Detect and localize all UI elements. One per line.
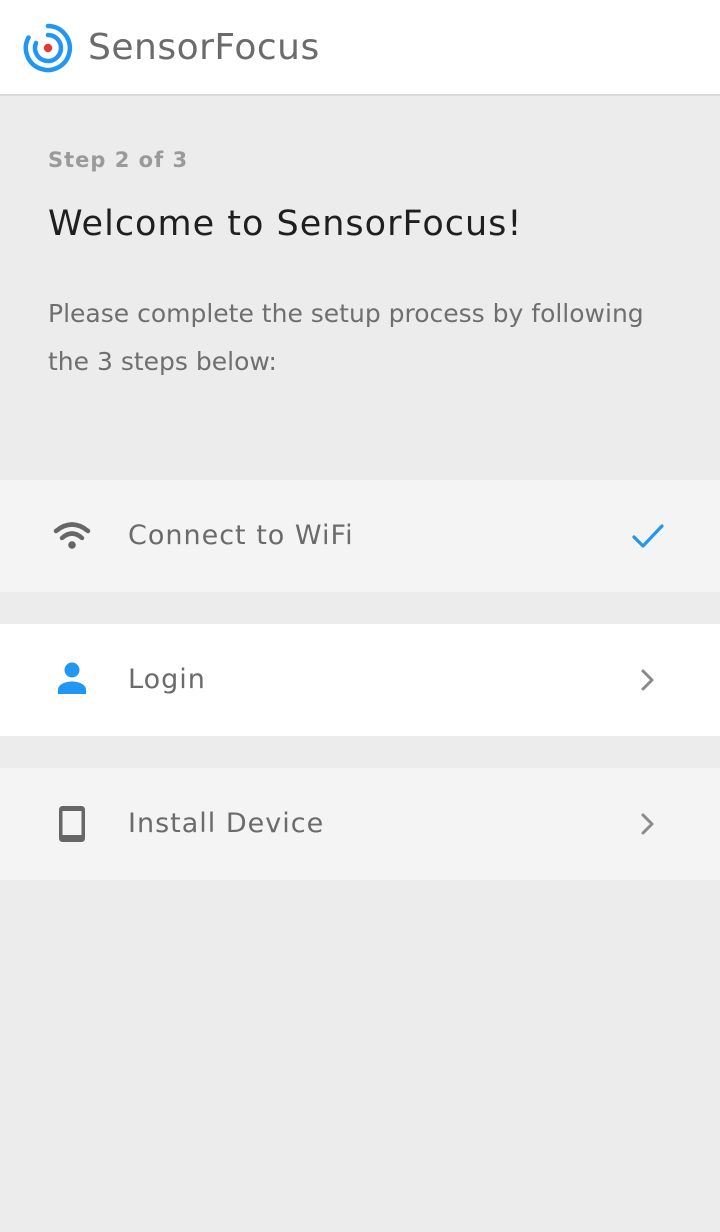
setup-description: Please complete the setup process by fol… [48,299,644,376]
wifi-icon [53,522,91,549]
step-label: Connect to WiFi [128,520,354,551]
sensorfocus-logo-icon [23,23,73,73]
top-app-bar: SensorFocus [0,0,720,96]
step-connect-wifi[interactable]: Connect to WiFi [0,480,720,592]
page-title: Welcome to SensorFocus! [48,204,523,244]
phone-icon [59,806,85,842]
step-label: Login [128,664,206,695]
step-indicator: Step 2 of 3 [48,148,189,172]
step-label: Install Device [128,808,325,839]
step-login[interactable]: Login [0,624,720,736]
step-install-device[interactable]: Install Device [0,768,720,880]
check-icon [632,524,664,548]
person-icon [58,662,86,694]
app-title: SensorFocus [88,27,320,68]
chevron-right-icon [641,813,654,835]
chevron-right-icon [641,669,654,691]
